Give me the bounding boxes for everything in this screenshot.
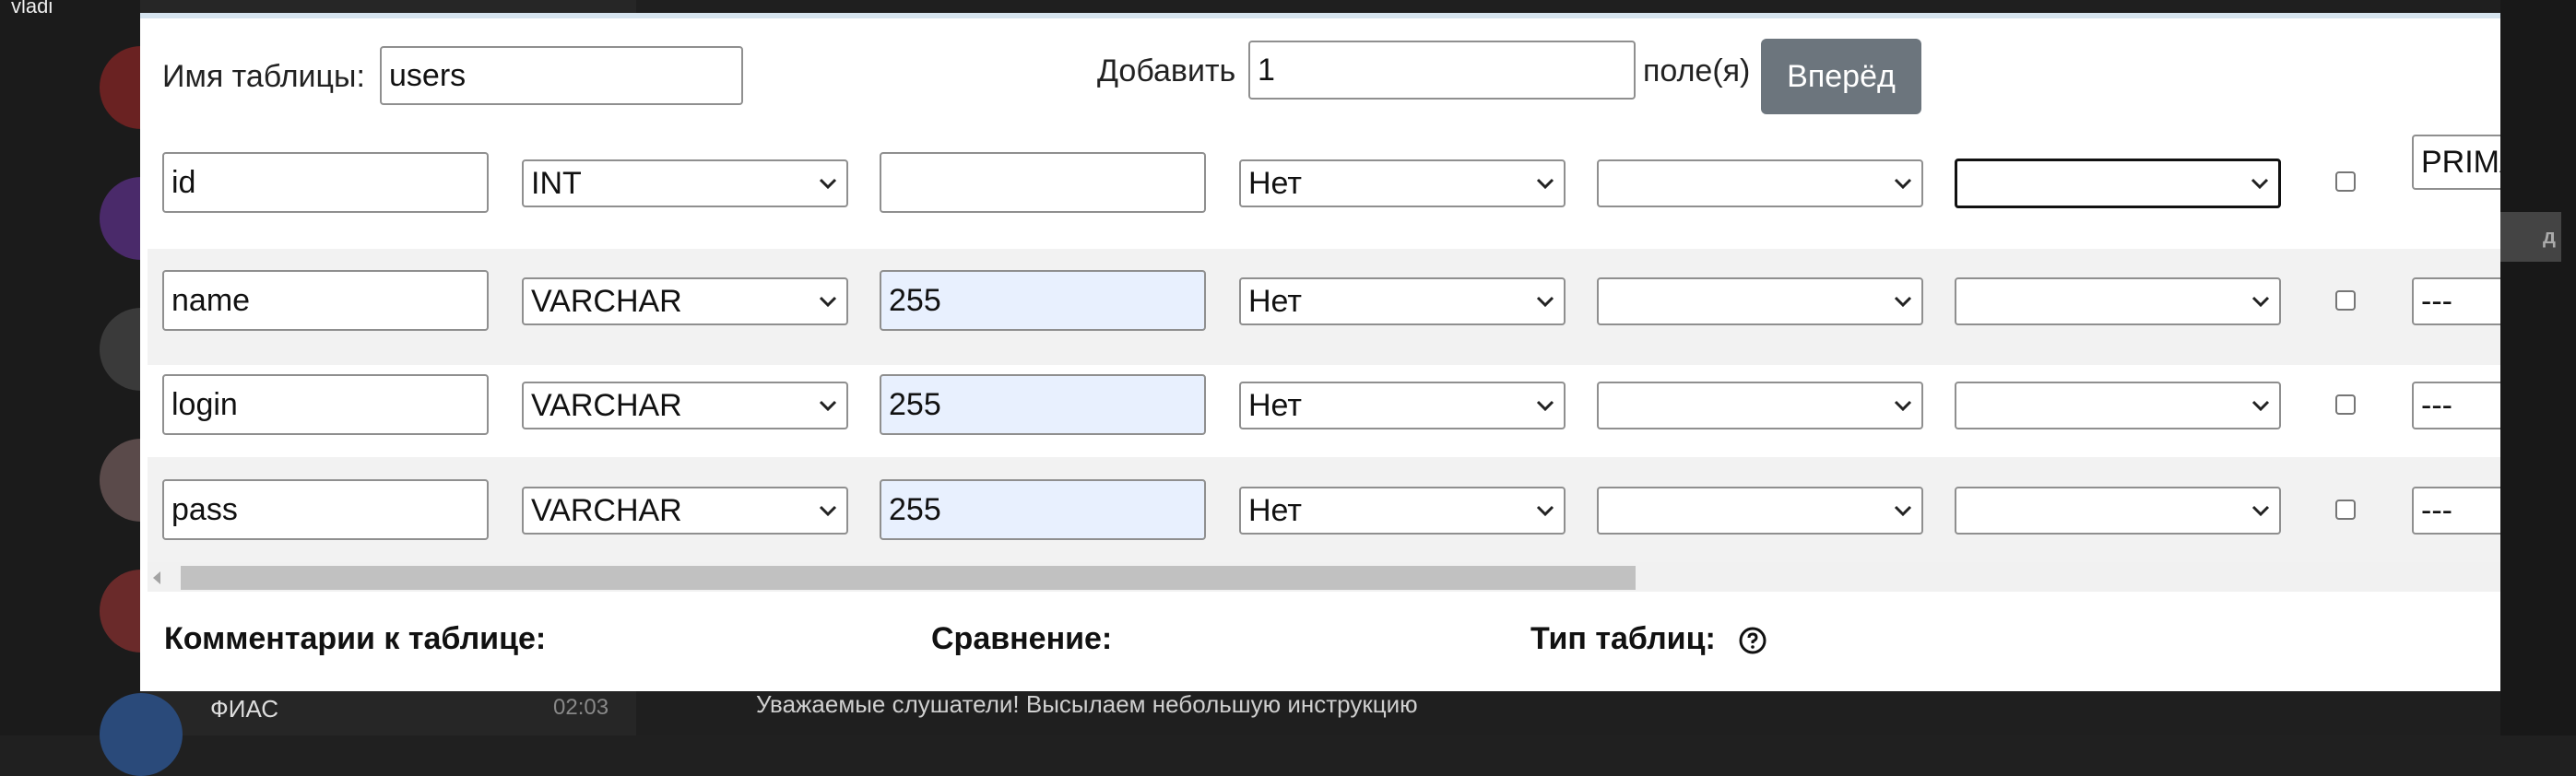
column-length-input[interactable] — [880, 152, 1206, 213]
column-collation-select[interactable] — [1597, 277, 1923, 325]
column-null-checkbox[interactable] — [2335, 394, 2356, 415]
chevron-down-icon — [1892, 394, 1914, 417]
add-label: Добавить — [1097, 53, 1236, 88]
table-comments-label: Комментарии к таблице: — [164, 621, 547, 656]
column-default-select[interactable]: Нет — [1239, 487, 1566, 535]
column-attributes-select[interactable] — [1955, 159, 2281, 208]
add-count-input[interactable] — [1248, 41, 1636, 100]
go-button[interactable]: Вперёд — [1761, 39, 1921, 114]
column-name-input[interactable] — [162, 152, 489, 213]
column-type-select[interactable]: INT — [522, 159, 848, 207]
scrollbar-thumb[interactable] — [181, 566, 1636, 590]
background-list-item-time: 02:03 — [553, 695, 609, 720]
chevron-down-icon — [2250, 500, 2272, 522]
chevron-down-icon — [817, 172, 839, 194]
chevron-down-icon — [1892, 500, 1914, 522]
column-index-select[interactable]: --- — [2412, 277, 2500, 325]
background-list-item-title: ФИАС — [210, 695, 279, 723]
scroll-left-icon[interactable] — [153, 571, 160, 584]
column-index-value: PRIMA — [2421, 144, 2500, 180]
column-index-value: --- — [2421, 492, 2452, 528]
column-length-input[interactable] — [880, 479, 1206, 540]
column-attributes-select[interactable] — [1955, 277, 2281, 325]
column-name-input[interactable] — [162, 479, 489, 540]
background-user-name: vladi — [11, 0, 53, 18]
column-type-value: VARCHAR — [531, 283, 682, 319]
column-type-select[interactable]: VARCHAR — [522, 487, 848, 535]
table-name-input[interactable] — [380, 46, 743, 105]
chevron-down-icon — [2249, 172, 2271, 194]
column-type-value: VARCHAR — [531, 387, 682, 423]
column-type-value: INT — [531, 165, 582, 201]
column-collation-select[interactable] — [1597, 159, 1923, 207]
chevron-down-icon — [817, 500, 839, 522]
background-right-panel — [2500, 0, 2576, 735]
chevron-down-icon — [1534, 394, 1556, 417]
column-index-select[interactable]: --- — [2412, 487, 2500, 535]
column-default-value: Нет — [1248, 387, 1302, 423]
background-right-tag: д — [2500, 212, 2561, 262]
column-index-select[interactable]: --- — [2412, 382, 2500, 429]
chevron-down-icon — [2250, 290, 2272, 312]
column-name-input[interactable] — [162, 374, 489, 435]
modal-top-border — [140, 13, 2500, 18]
column-index-value: --- — [2421, 387, 2452, 423]
column-null-checkbox[interactable] — [2335, 290, 2356, 311]
column-collation-select[interactable] — [1597, 487, 1923, 535]
column-length-input[interactable] — [880, 374, 1206, 435]
column-index-value: --- — [2421, 283, 2452, 319]
chevron-down-icon — [2250, 394, 2272, 417]
table-type-label: Тип таблиц: — [1530, 621, 1716, 656]
column-length-input[interactable] — [880, 270, 1206, 331]
column-attributes-select[interactable] — [1955, 382, 2281, 429]
column-null-checkbox[interactable] — [2335, 500, 2356, 520]
collation-label: Сравнение: — [931, 621, 1113, 656]
chevron-down-icon — [1892, 172, 1914, 194]
column-default-value: Нет — [1248, 492, 1302, 528]
chevron-down-icon — [817, 290, 839, 312]
chevron-down-icon — [1892, 290, 1914, 312]
fields-label: поле(я) — [1643, 53, 1751, 88]
background-message: Уважаемые слушатели! Высылаем небольшую … — [756, 690, 1418, 718]
column-default-select[interactable]: Нет — [1239, 159, 1566, 207]
column-type-value: VARCHAR — [531, 492, 682, 528]
column-default-select[interactable]: Нет — [1239, 277, 1566, 325]
column-null-checkbox[interactable] — [2335, 171, 2356, 192]
chevron-down-icon — [1534, 290, 1556, 312]
chevron-down-icon — [817, 394, 839, 417]
help-icon[interactable] — [1739, 627, 1767, 654]
column-type-select[interactable]: VARCHAR — [522, 382, 848, 429]
column-default-value: Нет — [1248, 165, 1302, 201]
chevron-down-icon — [1534, 172, 1556, 194]
column-name-input[interactable] — [162, 270, 489, 331]
column-attributes-select[interactable] — [1955, 487, 2281, 535]
column-index-select[interactable]: PRIMA — [2412, 135, 2500, 190]
column-collation-select[interactable] — [1597, 382, 1923, 429]
chevron-down-icon — [1534, 500, 1556, 522]
table-name-label: Имя таблицы: — [162, 59, 365, 94]
column-default-select[interactable]: Нет — [1239, 382, 1566, 429]
column-default-value: Нет — [1248, 283, 1302, 319]
create-table-modal: Имя таблицы: Добавить поле(я) Вперёд INT… — [140, 13, 2500, 691]
avatar — [100, 693, 183, 776]
column-type-select[interactable]: VARCHAR — [522, 277, 848, 325]
